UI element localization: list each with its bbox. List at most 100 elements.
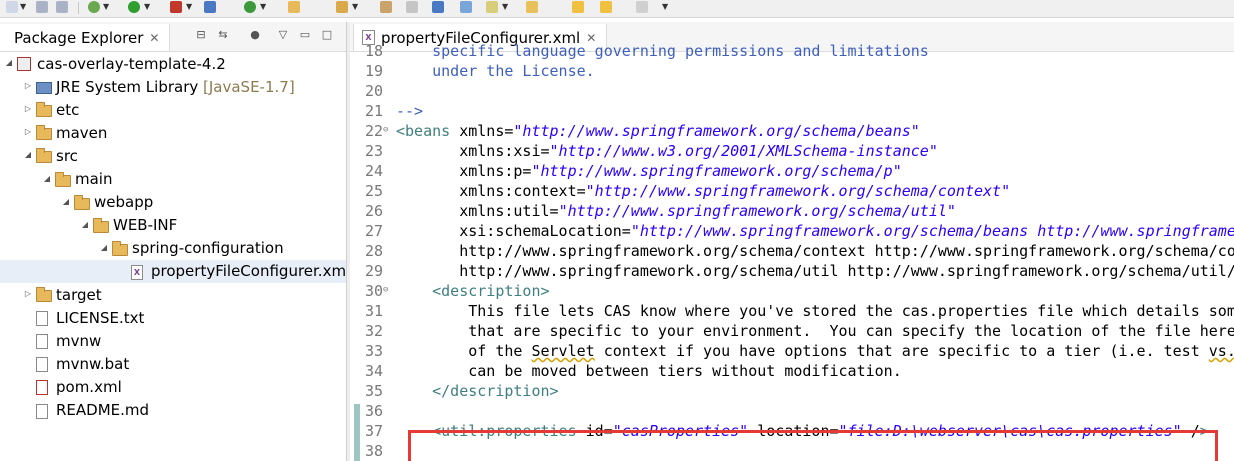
line-number: 32 xyxy=(364,322,383,340)
view-menu-icon[interactable]: ▽ xyxy=(276,28,290,42)
focus-icon[interactable]: ● xyxy=(248,28,262,42)
external-tools-icon[interactable] xyxy=(170,1,182,13)
dropdown-arrow-icon[interactable]: ▼ xyxy=(103,2,109,12)
search-icon[interactable] xyxy=(336,1,348,13)
expanded-arrow-icon[interactable]: ◢ xyxy=(99,243,109,252)
collapsed-arrow-icon[interactable]: ▷ xyxy=(23,127,33,136)
link-with-editor-icon[interactable]: ⇆ xyxy=(216,28,230,42)
tree-item-label: WEB-INF xyxy=(113,216,178,235)
tree-item[interactable]: LICENSE.txt xyxy=(0,306,346,329)
folder-icon xyxy=(112,240,128,256)
open-type-icon[interactable] xyxy=(288,1,300,13)
collapsed-arrow-icon[interactable]: ▷ xyxy=(23,104,33,113)
code-area[interactable]: 18 specific language governing permissio… xyxy=(350,42,1234,461)
tree-item[interactable]: ▷ target xyxy=(0,283,346,306)
folder-icon xyxy=(74,194,90,210)
console-icon[interactable] xyxy=(432,1,444,13)
folder-icon xyxy=(55,171,71,187)
folder-icon xyxy=(36,102,52,118)
tree-item[interactable]: README.md xyxy=(0,399,346,422)
line-number: 30 xyxy=(364,282,383,300)
tab-package-explorer[interactable]: Package Explorer ✕ xyxy=(0,24,171,51)
history-icon[interactable] xyxy=(636,1,648,13)
dropdown-arrow-icon[interactable]: ▼ xyxy=(662,2,668,12)
collapsed-arrow-icon[interactable]: ▷ xyxy=(23,81,33,90)
dropdown-arrow-icon[interactable]: ▼ xyxy=(186,2,192,12)
dropdown-arrow-icon[interactable]: ▼ xyxy=(144,2,150,12)
maven-project-icon xyxy=(17,57,31,71)
line-number: 19 xyxy=(364,62,383,80)
code-line: xmlns:context="http://www.springframewor… xyxy=(396,182,1011,200)
close-icon[interactable]: ✕ xyxy=(149,31,159,45)
dropdown-arrow-icon[interactable]: ▼ xyxy=(260,2,266,12)
library-icon xyxy=(36,82,52,95)
tree-item-label: propertyFileConfigurer.xm xyxy=(151,262,346,281)
expanded-arrow-icon[interactable]: ◢ xyxy=(23,150,33,159)
tree-item[interactable]: mvnw xyxy=(0,329,346,352)
dropdown-arrow-icon[interactable]: ▼ xyxy=(502,2,508,12)
new-java-icon[interactable] xyxy=(204,1,216,13)
run-icon[interactable] xyxy=(128,1,140,13)
new-icon[interactable] xyxy=(6,1,18,13)
tree-item-label: LICENSE.txt xyxy=(56,308,145,327)
toggle-mark-icon[interactable] xyxy=(380,1,392,13)
toggle-block-icon[interactable] xyxy=(406,1,418,13)
dropdown-arrow-icon[interactable]: ▼ xyxy=(20,2,26,12)
line-number: 34 xyxy=(364,362,383,380)
tree-item[interactable]: ◢ main xyxy=(0,168,346,191)
tree-item[interactable]: mvnw.bat xyxy=(0,352,346,375)
tree-item[interactable]: ◢ cas-overlay-template-4.2 xyxy=(0,52,346,75)
fold-collapse-icon[interactable]: ⊖ xyxy=(383,125,388,135)
back-icon[interactable] xyxy=(572,1,584,13)
expanded-arrow-icon[interactable]: ◢ xyxy=(4,58,14,67)
text-file-icon xyxy=(36,357,48,373)
line-number: 33 xyxy=(364,342,383,360)
expanded-arrow-icon[interactable]: ◢ xyxy=(80,220,90,229)
pin-icon[interactable] xyxy=(526,1,538,13)
next-annotation-icon[interactable] xyxy=(486,1,498,13)
tree-item[interactable]: ◢ src xyxy=(0,144,346,167)
tree-item[interactable]: ▷ maven xyxy=(0,121,346,144)
code-line: http://www.springframework.org/schema/co… xyxy=(396,242,1234,260)
tree-item[interactable]: ▷ etc xyxy=(0,98,346,121)
code-line: can be moved between tiers without modif… xyxy=(396,362,902,380)
tree-item-label: README.md xyxy=(56,401,150,419)
tree-item[interactable]: ▷ JRE System Library [JavaSE-1.7] xyxy=(0,75,346,98)
text-file-icon xyxy=(36,334,48,350)
new-class-icon[interactable] xyxy=(244,1,256,13)
tree-item[interactable]: XpropertyFileConfigurer.xm xyxy=(0,259,346,283)
folder-icon xyxy=(93,217,109,233)
code-line: <beans xmlns="http://www.springframework… xyxy=(396,122,920,140)
tree-item[interactable]: pom.xml xyxy=(0,375,346,398)
annotation-icon[interactable] xyxy=(460,1,472,13)
line-number: 23 xyxy=(364,142,383,160)
line-number: 31 xyxy=(364,302,383,320)
tree-item[interactable]: ◢ spring-configuration xyxy=(0,237,346,260)
maximize-icon[interactable]: □ xyxy=(320,28,334,42)
debug-icon[interactable] xyxy=(88,1,100,13)
tree-item-label: cas-overlay-template-4.2 xyxy=(37,54,226,73)
tree-item-label: etc xyxy=(56,100,80,119)
line-number: 37 xyxy=(364,422,383,440)
tree-item[interactable]: ◢ WEB-INF xyxy=(0,214,346,237)
tree-item-label: mvnw.bat xyxy=(56,354,130,373)
dropdown-arrow-icon[interactable]: ▼ xyxy=(352,2,358,12)
line-number: 24 xyxy=(364,162,383,180)
tree-item-label: target xyxy=(56,285,102,304)
collapsed-arrow-icon[interactable]: ▷ xyxy=(23,289,33,298)
minimize-icon[interactable]: ▭ xyxy=(298,28,312,42)
line-number: 20 xyxy=(364,82,383,100)
tree-item-label: maven xyxy=(56,123,108,142)
tree-item[interactable]: ◢ webapp xyxy=(0,191,346,214)
code-line: xsi:schemaLocation="http://www.springfra… xyxy=(396,222,1234,240)
line-number: 38 xyxy=(364,442,383,460)
tree-item-label: webapp xyxy=(94,193,154,212)
expanded-arrow-icon[interactable]: ◢ xyxy=(42,174,52,183)
fold-collapse-icon[interactable]: ⊖ xyxy=(383,285,388,295)
expanded-arrow-icon[interactable]: ◢ xyxy=(61,197,71,206)
collapse-all-icon[interactable]: ⊟ xyxy=(194,28,208,42)
save-all-icon[interactable] xyxy=(56,1,68,13)
forward-icon[interactable] xyxy=(600,1,612,13)
line-number: 26 xyxy=(364,202,383,220)
save-icon[interactable] xyxy=(36,1,48,13)
